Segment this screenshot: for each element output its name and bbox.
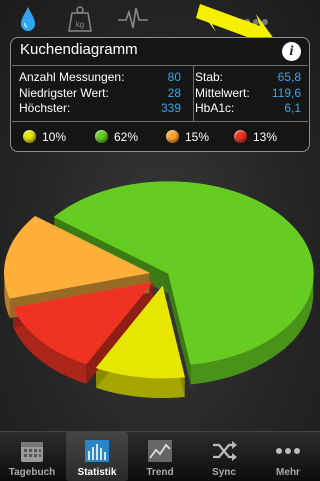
- tab-tagebuch[interactable]: Tagebuch: [1, 432, 63, 481]
- stat-label-stddev: Stab:: [195, 70, 224, 84]
- info-button[interactable]: i: [282, 42, 301, 61]
- tab-trend[interactable]: Trend: [129, 432, 191, 481]
- legend-item: 15%: [166, 129, 209, 145]
- pie-chart: [4, 181, 314, 399]
- legend-swatch: [234, 130, 247, 143]
- stat-label-highest: Höchster:: [19, 101, 71, 115]
- stat-label-hba1c: HbA1c:: [195, 101, 235, 115]
- legend-item: 13%: [234, 129, 277, 145]
- stat-label-lowest: Niedrigster Wert:: [19, 86, 109, 100]
- legend-swatch: [166, 130, 179, 143]
- legend-swatch: [95, 130, 108, 143]
- legend-swatch: [23, 130, 36, 143]
- statistics-panel: Kuchendiagramm i Anzahl Messungen: 80 Ni…: [10, 37, 310, 152]
- tab-label: Sync: [212, 467, 236, 478]
- legend-item: 62%: [95, 129, 138, 145]
- stat-value-stddev: 65,8: [277, 70, 301, 84]
- stat-label-mean: Mittelwert:: [195, 86, 250, 100]
- tab-bar: Tagebuch Statistik Trend Sync Mehr: [0, 431, 320, 481]
- pulse-icon[interactable]: [115, 4, 151, 34]
- stat-value-highest: 339: [160, 101, 181, 115]
- legend-label: 10%: [42, 130, 67, 144]
- legend-label: 62%: [114, 130, 139, 144]
- stat-value-count: 80: [167, 70, 181, 84]
- top-icon-bar: kg: [0, 0, 320, 52]
- stat-value-mean: 119,6: [271, 86, 301, 100]
- tab-mehr[interactable]: Mehr: [257, 432, 319, 481]
- water-drop-icon[interactable]: [10, 4, 46, 34]
- divider: [193, 66, 194, 121]
- trend-line-icon: [148, 440, 172, 462]
- more-dots-icon: [276, 448, 300, 454]
- stat-value-lowest: 28: [167, 86, 181, 100]
- legend-label: 15%: [185, 130, 210, 144]
- calendar-icon: [21, 442, 43, 462]
- tab-statistik[interactable]: Statistik: [66, 432, 128, 481]
- shuffle-sync-icon: [213, 441, 237, 461]
- stat-value-hba1c: 6,1: [284, 101, 301, 115]
- tab-label: Trend: [146, 467, 174, 478]
- divider: [12, 65, 308, 66]
- tab-sync[interactable]: Sync: [193, 432, 255, 481]
- tab-label: Tagebuch: [8, 467, 56, 478]
- weight-kg-icon[interactable]: kg: [62, 4, 98, 34]
- tab-label: Statistik: [77, 467, 117, 478]
- weight-kg-label: kg: [76, 20, 84, 29]
- legend-label: 13%: [253, 130, 278, 144]
- divider: [12, 121, 308, 122]
- bar-chart-icon: [85, 440, 109, 462]
- stat-label-count: Anzahl Messungen:: [19, 70, 125, 84]
- tab-label: Mehr: [276, 467, 300, 478]
- legend-item: 10%: [23, 129, 66, 145]
- panel-title: Kuchendiagramm: [20, 41, 138, 58]
